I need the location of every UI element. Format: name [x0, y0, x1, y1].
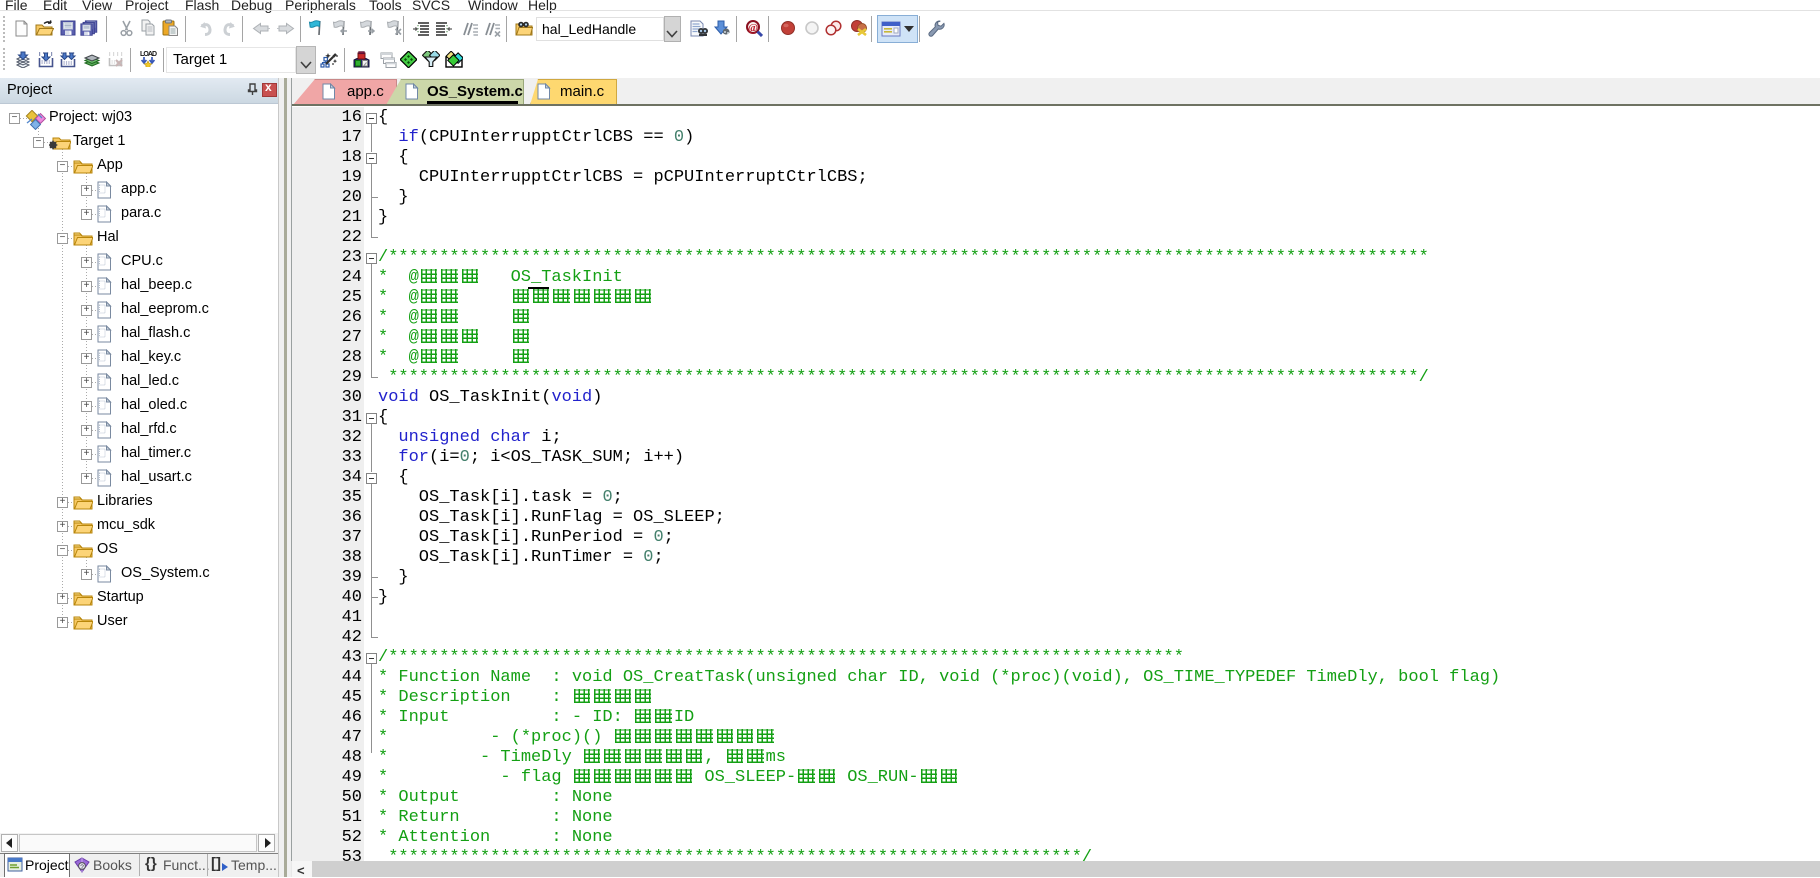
svg-text:?: ?: [80, 864, 84, 871]
svg-text:@: @: [748, 22, 758, 34]
